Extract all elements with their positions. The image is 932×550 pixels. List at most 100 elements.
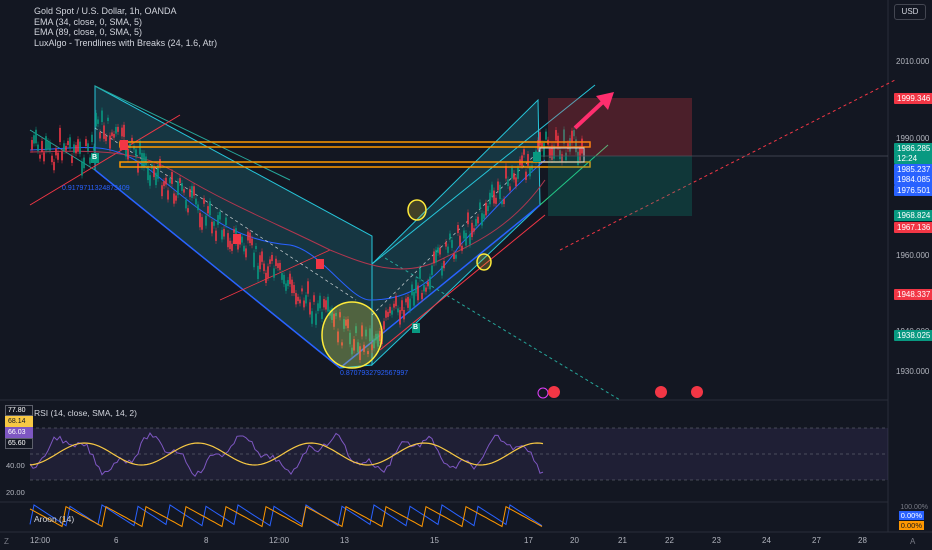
- candle-body: [81, 161, 83, 176]
- candle-body: [219, 211, 221, 220]
- auto-scale-button[interactable]: A: [910, 537, 915, 546]
- candle-body: [279, 262, 281, 270]
- candle-body: [515, 177, 517, 187]
- candle-body: [505, 166, 507, 179]
- candle-body: [473, 228, 475, 232]
- candle-body: [49, 142, 51, 151]
- candle-body: [391, 310, 393, 315]
- time-tick: 17: [524, 536, 533, 545]
- luxalgo-legend[interactable]: LuxAlgo - Trendlines with Breaks (24, 1.…: [34, 38, 217, 49]
- candle-body: [267, 266, 269, 278]
- candle-body: [37, 144, 39, 152]
- candle-body: [511, 167, 513, 179]
- candle-body: [305, 295, 307, 304]
- time-tick: 27: [812, 536, 821, 545]
- aroon-down-line: [29, 505, 543, 528]
- candle-body: [33, 135, 35, 144]
- candle-body: [205, 215, 207, 226]
- candle-body: [111, 132, 113, 137]
- rsi-value: 66.03: [5, 427, 33, 438]
- chart-canvas[interactable]: [0, 0, 932, 550]
- rsi-value: 68.14: [5, 416, 33, 427]
- candle-body: [423, 285, 425, 292]
- candle-body: [41, 140, 43, 153]
- candle-body: [253, 252, 255, 268]
- candle-body: [487, 205, 489, 212]
- candle-body: [475, 219, 477, 227]
- candle-body: [121, 127, 123, 137]
- candle-body: [539, 132, 541, 146]
- candle-body: [445, 242, 447, 247]
- candle-body: [87, 143, 89, 152]
- candle-body: [489, 192, 491, 205]
- aroon-legend[interactable]: Aroon (14): [34, 514, 74, 524]
- currency-button[interactable]: USD: [894, 4, 926, 20]
- timezone-corner[interactable]: Z: [4, 537, 9, 546]
- price-label: 1967.136: [894, 222, 932, 233]
- candle-body: [195, 198, 197, 205]
- rsi-legend[interactable]: RSI (14, close, SMA, 14, 2): [34, 408, 137, 418]
- candle-body: [299, 299, 301, 304]
- candle-body: [285, 283, 287, 291]
- candle-body: [169, 178, 171, 184]
- candle-body: [499, 184, 501, 200]
- candle-body: [421, 292, 423, 300]
- candle-body: [459, 235, 461, 247]
- candle-body: [147, 166, 149, 181]
- candle-body: [63, 143, 65, 152]
- candle-body: [395, 296, 397, 307]
- candle-body: [497, 181, 499, 191]
- candle-body: [145, 156, 147, 166]
- candle-body: [403, 309, 405, 320]
- aroon-top-tick: 100.00%: [900, 504, 928, 511]
- candle-body: [275, 258, 277, 266]
- candle-body: [501, 200, 503, 205]
- ema34-legend[interactable]: EMA (34, close, 0, SMA, 5): [34, 17, 217, 28]
- price-tick: 1930.000: [896, 367, 930, 376]
- price-tick: 2010.000: [896, 57, 930, 66]
- candle-body: [493, 190, 495, 204]
- slope-label-bottom: 0.8707932792567997: [340, 370, 409, 377]
- candle-body: [471, 222, 473, 238]
- time-tick: 23: [712, 536, 721, 545]
- candle-body: [115, 127, 117, 134]
- indicator-legend: Gold Spot / U.S. Dollar, 1h, OANDA EMA (…: [34, 6, 217, 48]
- candle-body: [269, 259, 271, 264]
- candle-body: [449, 233, 451, 240]
- time-tick: 8: [204, 536, 209, 545]
- price-label: 1999.346: [894, 93, 932, 104]
- symbol-title[interactable]: Gold Spot / U.S. Dollar, 1h, OANDA: [34, 6, 217, 17]
- economic-events: [537, 386, 703, 399]
- candle-body: [325, 300, 327, 310]
- candle-body: [397, 308, 399, 313]
- candle-body: [453, 253, 455, 259]
- candle-body: [451, 240, 453, 248]
- candle-body: [171, 172, 173, 184]
- candle-body: [469, 234, 471, 245]
- candle-body: [441, 265, 443, 276]
- candle-body: [431, 265, 433, 275]
- candle-body: [113, 133, 115, 138]
- slope-label-top: 0.9179711324873409: [62, 185, 130, 192]
- candle-body: [217, 215, 219, 225]
- candle-body: [295, 293, 297, 305]
- candle-body: [543, 143, 545, 157]
- candle-body: [321, 311, 323, 320]
- candle-body: [479, 202, 481, 210]
- candle-body: [61, 151, 63, 161]
- candle-body: [323, 299, 325, 308]
- ema89-legend[interactable]: EMA (89, close, 0, SMA, 5): [34, 27, 217, 38]
- candle-body: [103, 125, 105, 139]
- candle-body: [83, 157, 85, 169]
- candle-body: [405, 298, 407, 303]
- up-channel: [371, 98, 541, 367]
- candle-body: [107, 117, 109, 121]
- candle-body: [509, 186, 511, 191]
- candle-body: [289, 273, 291, 285]
- candle-body: [153, 166, 155, 178]
- time-tick: 24: [762, 536, 771, 545]
- candle-body: [163, 181, 165, 187]
- time-tick: 13: [340, 536, 349, 545]
- candle-body: [201, 217, 203, 230]
- candle-body: [307, 281, 309, 294]
